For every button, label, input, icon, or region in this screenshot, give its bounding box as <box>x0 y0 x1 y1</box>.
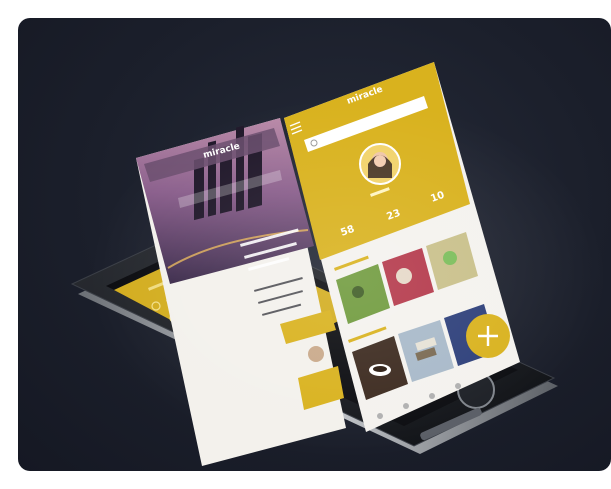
mockup-card: miracle miracle 58 <box>18 18 611 471</box>
phone-mockup-scene: miracle miracle 58 <box>70 62 608 466</box>
